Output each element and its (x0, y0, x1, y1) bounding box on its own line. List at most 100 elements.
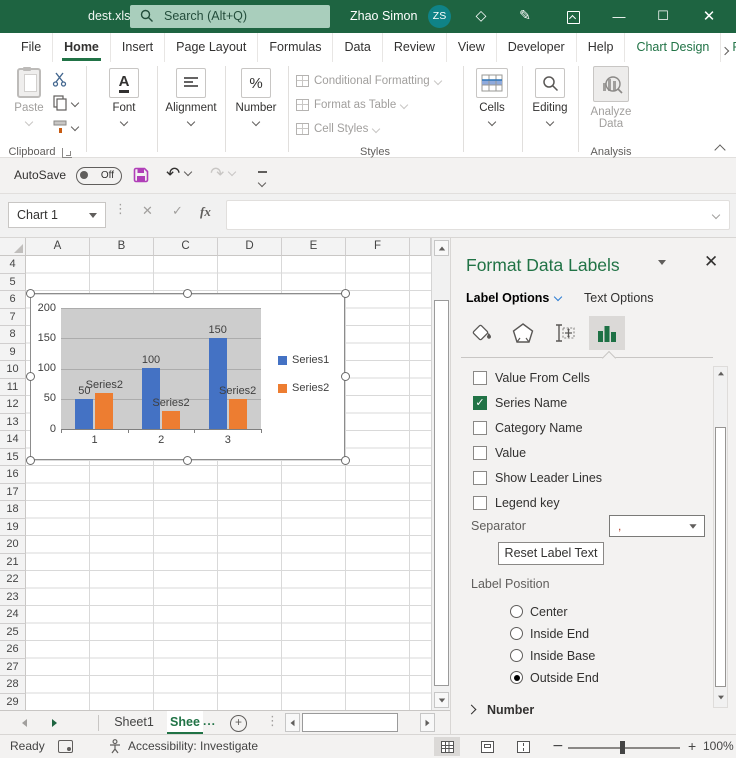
row-header-18[interactable]: 18 (0, 501, 26, 519)
confirm-entry-icon[interactable]: ✓ (172, 204, 183, 219)
analyze-data-button[interactable]: Analyze Data (584, 66, 638, 130)
tab-text-options[interactable]: Text Options (584, 291, 653, 305)
ribbon-tab-data[interactable]: Data (332, 33, 381, 62)
radio-row-inside-end[interactable]: Inside End (451, 626, 701, 646)
row-header-22[interactable]: 22 (0, 571, 26, 589)
radio-row-outside-end[interactable]: Outside End (451, 670, 701, 690)
accessibility-icon[interactable] (108, 739, 122, 757)
avatar[interactable]: ZS (428, 5, 451, 28)
alignment-group-button[interactable]: Alignment (160, 68, 222, 128)
number-group-button[interactable]: % Number (228, 68, 284, 128)
bar-series1-cat3[interactable] (209, 338, 227, 429)
radio-inside-end[interactable] (510, 627, 523, 640)
ribbon-tab-review[interactable]: Review (382, 33, 446, 62)
plot-area[interactable]: 50Series2100Series2150Series2 (61, 308, 261, 430)
pane-scrollbar[interactable] (713, 366, 728, 708)
ribbon-cell-styles-button[interactable]: Cell Styles (296, 118, 379, 140)
selection-handle[interactable] (183, 456, 192, 465)
redo-button[interactable]: ↷ (210, 164, 235, 184)
vertical-scrollbar[interactable] (431, 238, 450, 710)
copy-button[interactable] (52, 92, 78, 114)
cut-button[interactable] (52, 68, 67, 90)
sheet-tab-overflow[interactable]: ... (203, 711, 216, 732)
editing-group-button[interactable]: Editing (524, 68, 576, 128)
row-header-10[interactable]: 10 (0, 361, 26, 379)
scroll-down-button[interactable] (434, 692, 449, 708)
row-header-25[interactable]: 25 (0, 624, 26, 642)
ribbon-tab-home[interactable]: Home (52, 33, 110, 62)
label-options-icon[interactable] (589, 316, 625, 350)
close-button[interactable]: ✕ (694, 0, 724, 33)
row-header-20[interactable]: 20 (0, 536, 26, 554)
save-button[interactable] (132, 166, 150, 189)
row-header-11[interactable]: 11 (0, 379, 26, 397)
pane-scroll-thumb[interactable] (715, 427, 726, 687)
row-header-6[interactable]: 6 (0, 291, 26, 309)
row-header-12[interactable]: 12 (0, 396, 26, 414)
selection-handle[interactable] (183, 289, 192, 298)
row-header-16[interactable]: 16 (0, 466, 26, 484)
ribbon-display-options-icon[interactable] (558, 0, 588, 33)
row-header-14[interactable]: 14 (0, 431, 26, 449)
minimize-button[interactable]: — (604, 0, 634, 33)
ribbon-tab-insert[interactable]: Insert (110, 33, 164, 62)
name-box[interactable]: Chart 1 (8, 202, 106, 228)
row-header-23[interactable]: 23 (0, 589, 26, 607)
horizontal-scrollbar[interactable] (285, 713, 435, 732)
effects-icon[interactable] (505, 316, 541, 350)
worksheet-grid[interactable]: ABCDEF 456789101112131415161718192021222… (0, 238, 450, 710)
ribbon-conditional-formatting-button[interactable]: Conditional Formatting (296, 70, 441, 92)
legend-series2[interactable]: Series2 (278, 381, 329, 395)
cells-group-button[interactable]: Cells (468, 68, 516, 128)
selection-handle[interactable] (26, 456, 35, 465)
row-header-4[interactable]: 4 (0, 256, 26, 274)
column-header-a[interactable]: A (26, 238, 90, 256)
select-all-corner[interactable] (0, 238, 26, 256)
row-header-21[interactable]: 21 (0, 554, 26, 572)
checkbox-legend-key[interactable] (473, 496, 487, 510)
more-tabs-chevron-icon[interactable] (722, 43, 728, 57)
maximize-button[interactable]: ☐ (648, 0, 678, 33)
data-label-series2-cat3[interactable]: Series2 (219, 385, 256, 397)
column-header-partial[interactable] (410, 238, 431, 256)
bar-series2-cat2[interactable] (162, 411, 180, 429)
checkbox-row-value[interactable]: Value (451, 444, 701, 464)
page-layout-view-button[interactable] (474, 737, 500, 756)
bar-series2-cat3[interactable] (229, 399, 247, 429)
autosave-toggle[interactable]: Off (76, 167, 122, 185)
checkbox-row-legend-key[interactable]: Legend key (451, 494, 701, 514)
reset-label-text-button[interactable]: Reset Label Text (498, 542, 604, 565)
macro-record-icon[interactable] (58, 740, 73, 753)
data-label-series1-cat2[interactable]: 100 (142, 354, 160, 366)
data-label-series2-cat2[interactable]: Series2 (152, 397, 189, 409)
sheet-tab-active[interactable]: Shee (167, 711, 203, 734)
tab-label-options[interactable]: Label Options (466, 291, 561, 305)
clipboard-dialog-launcher-icon[interactable] (62, 148, 72, 158)
checkbox-series-name[interactable]: ✓ (473, 396, 487, 410)
checkbox-row-series-name[interactable]: ✓Series Name (451, 394, 701, 414)
horizontal-scroll-thumb[interactable] (302, 713, 398, 732)
hscroll-left-button[interactable] (285, 713, 300, 732)
formula-input[interactable] (226, 200, 730, 230)
sheet-tab-sheet1[interactable]: Sheet1 (105, 711, 163, 734)
selection-handle[interactable] (26, 372, 35, 381)
size-properties-icon[interactable] (547, 316, 583, 350)
customize-qat-icon[interactable] (258, 171, 267, 189)
pane-scroll-up-icon[interactable] (716, 371, 725, 376)
previous-sheet-icon[interactable] (22, 719, 27, 727)
radio-center[interactable] (510, 605, 523, 618)
expand-formula-bar-icon[interactable] (712, 211, 720, 219)
undo-button[interactable]: ↶ (166, 164, 191, 184)
zoom-out-button[interactable]: − (552, 738, 564, 754)
new-sheet-button[interactable]: + (230, 715, 247, 732)
checkbox-category-name[interactable] (473, 421, 487, 435)
tab-options-dots-icon[interactable]: ⋮ (266, 714, 279, 729)
insert-function-button[interactable]: fx (200, 204, 211, 220)
number-section-header[interactable]: Number (468, 703, 534, 717)
ribbon-tab-developer[interactable]: Developer (496, 33, 576, 62)
row-header-13[interactable]: 13 (0, 414, 26, 432)
column-header-b[interactable]: B (90, 238, 154, 256)
row-header-17[interactable]: 17 (0, 484, 26, 502)
name-box-dropdown-icon[interactable] (89, 213, 97, 218)
checkbox-row-value-from-cells[interactable]: Value From Cells (451, 369, 701, 389)
